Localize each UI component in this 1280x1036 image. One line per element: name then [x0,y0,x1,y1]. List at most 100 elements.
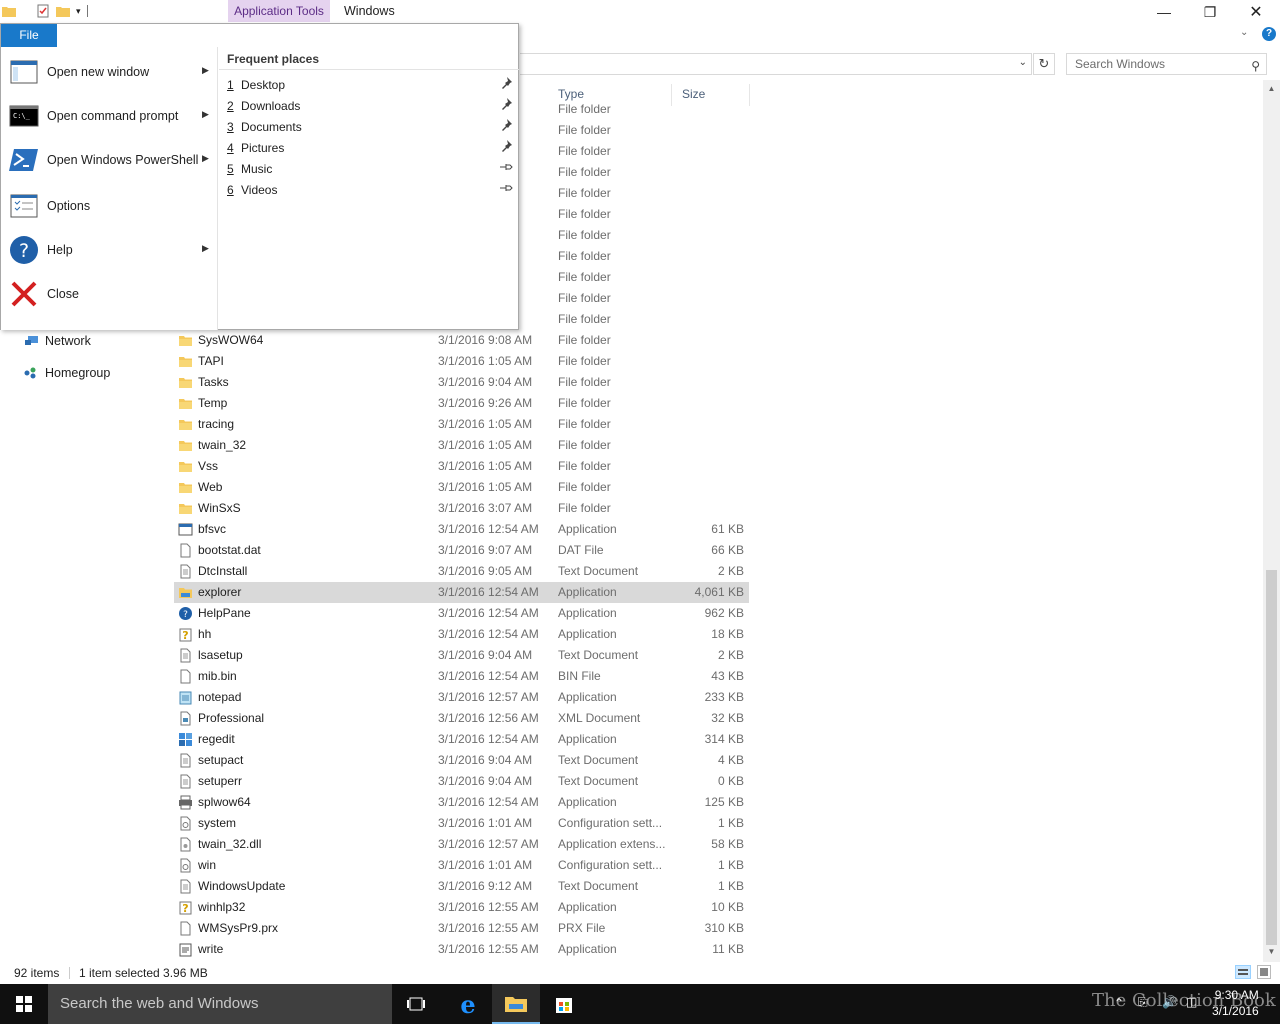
details-view-button[interactable] [1235,965,1251,979]
file-menu-item[interactable]: ? Help ▶ [1,228,218,272]
file-type: File folder [558,291,611,305]
file-explorer-button[interactable] [492,984,540,1024]
show-hidden-icons-icon[interactable]: ⌃ [1114,996,1124,1036]
scroll-down-icon[interactable]: ▼ [1263,947,1280,956]
file-date: 3/1/2016 9:04 AM [438,774,533,788]
file-name: Web [198,480,223,494]
close-x-icon [9,279,39,309]
frequent-place-item[interactable]: 4 Pictures [227,138,517,159]
taskbar-search-input[interactable]: Search the web and Windows [48,984,392,1024]
chevron-down-icon[interactable]: ⌄ [1019,57,1027,68]
file-row[interactable]: WMSysPr9.prx 3/1/2016 12:55 AM PRX File 310… [174,918,749,939]
file-row[interactable]: write 3/1/2016 12:55 AM Application 11 KB [174,939,749,960]
file-row[interactable]: WindowsUpdate 3/1/2016 9:12 AM Text Docume… [174,876,749,897]
restore-button[interactable]: ❐ [1187,0,1233,24]
file-row[interactable]: splwow64 3/1/2016 12:54 AM Application 125 … [174,792,749,813]
scroll-thumb[interactable] [1266,570,1277,945]
file-name: HelpPane [198,606,251,620]
unpinned-icon[interactable] [499,160,513,174]
system-clock[interactable]: 9:30 AM 3/1/2016 [1212,987,1259,1019]
file-row[interactable]: system 3/1/2016 1:01 AM Configuration sett… [174,813,749,834]
file-name: winhlp32 [198,900,246,914]
frequent-place-item[interactable]: 1 Desktop [227,75,517,96]
file-row[interactable]: notepad 3/1/2016 12:57 AM Application 233 K… [174,687,749,708]
file-row[interactable]: Professional 3/1/2016 12:56 AM XML Documen… [174,708,749,729]
pin-icon[interactable] [499,139,513,153]
vertical-scrollbar[interactable]: ▲ ▼ [1263,80,1280,962]
pin-icon[interactable] [499,118,513,132]
config-file-icon [178,816,193,831]
task-view-button[interactable] [392,984,440,1024]
file-menu-item[interactable]: Options [1,184,218,228]
command-prompt-icon: C:\_ [9,101,39,131]
file-menu-item[interactable]: Close [1,272,218,316]
file-row[interactable]: explorer 3/1/2016 12:54 AM Application 4,06… [174,582,749,603]
file-row[interactable]: DtcInstall 3/1/2016 9:05 AM Text Document 2… [174,561,749,582]
file-row[interactable]: WinSxS 3/1/2016 3:07 AM File folder [174,498,749,519]
unpinned-icon[interactable] [499,181,513,195]
close-window-button[interactable]: ✕ [1233,0,1279,24]
help-question-icon[interactable]: ? [1262,27,1276,41]
file-row[interactable]: ? HelpPane 3/1/2016 12:54 AM Application 962… [174,603,749,624]
file-row[interactable]: win 3/1/2016 1:01 AM Configuration sett...… [174,855,749,876]
file-row[interactable]: Vss 3/1/2016 1:05 AM File folder [174,456,749,477]
file-menu-item[interactable]: Open Windows PowerShell ▶ [1,138,218,182]
scroll-up-icon[interactable]: ▲ [1263,84,1280,93]
expand-ribbon-icon[interactable]: ⌄ [1240,27,1248,38]
volume-icon[interactable]: 🔊 [1162,995,1177,1035]
customize-qat-icon[interactable]: ▾ [76,6,81,17]
network-tray-icon[interactable]: ⎘ [1138,995,1148,1035]
frequent-place-item[interactable]: 6 Videos [227,180,517,201]
file-name: lsasetup [198,648,243,662]
text-document-icon [178,564,193,579]
help-icon: ? [9,235,39,265]
file-size: 1 KB [717,858,744,872]
frequent-place-item[interactable]: 5 Music [227,159,517,180]
file-row[interactable]: SysWOW64 3/1/2016 9:08 AM File folder [174,330,749,351]
minimize-button[interactable]: — [1141,0,1187,24]
pin-icon[interactable] [499,76,513,90]
folder-icon[interactable] [2,4,16,18]
nav-item-homegroup[interactable]: Homegroup [24,366,110,380]
store-button[interactable] [540,984,588,1024]
file-row[interactable]: mib.bin 3/1/2016 12:54 AM BIN File 43 KB [174,666,749,687]
file-row[interactable]: twain_32 3/1/2016 1:05 AM File folder [174,435,749,456]
edge-button[interactable]: e [444,984,492,1024]
file-row[interactable]: tracing 3/1/2016 1:05 AM File folder [174,414,749,435]
file-menu-item[interactable]: C:\_ Open command prompt ▶ [1,94,218,138]
file-name: WMSysPr9.prx [198,921,279,935]
file-date: 3/1/2016 12:54 AM [438,585,539,599]
file-row[interactable]: bootstat.dat 3/1/2016 9:07 AM DAT File 66 K… [174,540,749,561]
frequent-place-label: Pictures [241,141,285,155]
action-center-icon[interactable]: ◫ [1186,995,1197,1035]
file-row[interactable]: TAPI 3/1/2016 1:05 AM File folder [174,351,749,372]
file-row[interactable]: lsasetup 3/1/2016 9:04 AM Text Document 2 K… [174,645,749,666]
frequent-place-item[interactable]: 2 Downloads [227,96,517,117]
nav-item-network[interactable]: Network [24,334,91,348]
new-folder-icon[interactable] [56,4,70,18]
search-input[interactable]: Search Windows ⚲ [1066,53,1267,75]
refresh-button[interactable]: ↻ [1033,53,1055,75]
file-menu-item-label: Close [47,287,79,301]
file-row[interactable]: setuperr 3/1/2016 9:04 AM Text Document 0 K… [174,771,749,792]
file-row[interactable]: setupact 3/1/2016 9:04 AM Text Document 4 K… [174,750,749,771]
regedit-icon [178,732,193,747]
file-row[interactable]: ? winhlp32 3/1/2016 12:55 AM Application 10 … [174,897,749,918]
address-bar[interactable]: ⌄ [520,53,1032,75]
file-row[interactable]: Tasks 3/1/2016 9:04 AM File folder [174,372,749,393]
application-tools-tab[interactable]: Application Tools [228,0,330,22]
start-button[interactable] [0,984,48,1024]
large-icons-view-button[interactable] [1257,965,1271,979]
file-type: Text Document [558,648,639,662]
file-menu-item[interactable]: Open new window ▶ [1,50,218,94]
file-tab[interactable]: File [1,24,57,47]
file-row[interactable]: ? hh 3/1/2016 12:54 AM Application 18 KB [174,624,749,645]
properties-icon[interactable] [36,4,50,18]
file-row[interactable]: Web 3/1/2016 1:05 AM File folder [174,477,749,498]
file-row[interactable]: regedit 3/1/2016 12:54 AM Application 314 K… [174,729,749,750]
file-row[interactable]: twain_32.dll 3/1/2016 12:57 AM Application… [174,834,749,855]
file-row[interactable]: Temp 3/1/2016 9:26 AM File folder [174,393,749,414]
file-row[interactable]: bfsvc 3/1/2016 12:54 AM Application 61 KB [174,519,749,540]
pin-icon[interactable] [499,97,513,111]
frequent-place-item[interactable]: 3 Documents [227,117,517,138]
